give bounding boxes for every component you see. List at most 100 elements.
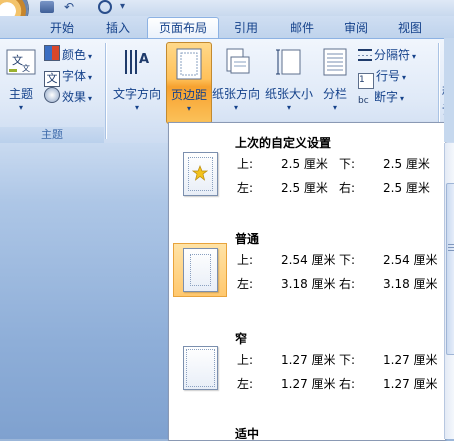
margin-preset-normal[interactable]: 普通 上: 2.54 厘米 下: 2.54 厘米 左: 3.18 厘米 右: 3… (169, 227, 441, 323)
document-area (0, 143, 170, 439)
bottom-label: 下: (339, 353, 356, 367)
hyphenation-button[interactable]: bc 断字 ▾ (358, 87, 404, 107)
bottom-value: 1.27 厘米 (383, 353, 438, 367)
line-numbers-button[interactable]: 1 行号 ▾ (358, 66, 407, 89)
chevron-down-icon: ▾ (233, 103, 238, 112)
ribbon-edge (444, 38, 454, 142)
tab-mailings[interactable]: 邮件 (278, 18, 326, 38)
colors-icon (44, 45, 60, 61)
bottom-value: 2.5 厘米 (383, 157, 430, 171)
theme-effects-button[interactable]: 效果 ▾ (44, 87, 92, 107)
margins-button[interactable]: 页边距 ▾ (166, 42, 212, 124)
top-value: 1.27 厘米 (281, 353, 336, 367)
hyphenation-icon: bc (358, 96, 369, 106)
themes-icon: 文 文 (6, 49, 36, 75)
theme-effects-label: 效果 (62, 90, 87, 104)
tab-home[interactable]: 开始 (36, 18, 88, 38)
top-label: 上: (237, 353, 254, 367)
right-label: 右: (339, 181, 356, 195)
chevron-down-icon: ▾ (18, 103, 23, 112)
right-label: 右: (339, 277, 356, 291)
columns-icon (323, 48, 347, 76)
preset-title: 适中 (235, 427, 260, 440)
right-value: 1.27 厘米 (383, 377, 438, 391)
theme-group-label: 主题 (0, 127, 104, 143)
text-direction-icon: A (125, 50, 149, 74)
margin-preset-moderate[interactable]: 适中 (169, 423, 441, 440)
tab-insert[interactable]: 插入 (92, 18, 144, 38)
group-separator (105, 43, 106, 139)
chevron-down-icon: ▾ (412, 52, 417, 61)
normal-margins-page-icon (173, 243, 227, 297)
margins-icon (176, 48, 202, 80)
top-label: 上: (237, 253, 254, 267)
breaks-label: 分隔符 (374, 48, 411, 62)
customize-dropdown-icon[interactable]: ▾ (120, 1, 134, 13)
effects-icon (44, 87, 60, 103)
paper-size-icon (276, 49, 301, 75)
orientation-icon (226, 48, 250, 74)
bottom-value: 2.54 厘米 (383, 253, 438, 267)
chevron-down-icon: ▾ (400, 94, 405, 103)
left-label: 左: (237, 181, 254, 195)
bottom-label: 下: (339, 253, 356, 267)
grip-icon (448, 244, 454, 252)
margin-preset-narrow[interactable]: 窄 上: 1.27 厘米 下: 1.27 厘米 左: 1.27 厘米 右: 1.… (169, 327, 441, 423)
columns-label: 分栏 (322, 87, 347, 101)
title-bar: ↶ ▾ (0, 0, 454, 30)
bottom-label: 下: (339, 157, 356, 171)
chevron-down-icon: ▾ (286, 103, 291, 112)
preset-title: 窄 (235, 332, 248, 346)
themes-label: 主题 (8, 87, 33, 101)
tab-view[interactable]: 视图 (386, 18, 434, 38)
chevron-down-icon: ▾ (88, 94, 93, 103)
left-label: 左: (237, 277, 254, 291)
margins-label: 页边距 (170, 88, 207, 102)
tab-review[interactable]: 审阅 (332, 18, 380, 38)
margin-preset-last-custom[interactable]: 上次的自定义设置 上: 2.5 厘米 下: 2.5 厘米 左: 2.5 厘米 右… (169, 131, 441, 227)
paper-size-label: 纸张大小 (264, 87, 313, 101)
tab-page-layout[interactable]: 页面布局 (147, 17, 219, 39)
left-value: 3.18 厘米 (281, 277, 336, 291)
preset-title: 普通 (235, 232, 260, 246)
vertical-scrollbar[interactable] (444, 143, 454, 439)
save-icon[interactable] (40, 1, 54, 13)
theme-colors-button[interactable]: 颜色 ▾ (44, 45, 92, 65)
orientation-label: 纸张方向 (211, 87, 260, 101)
preset-title: 上次的自定义设置 (235, 136, 332, 150)
chevron-down-icon: ▾ (332, 103, 337, 112)
scrollbar-thumb[interactable] (446, 183, 454, 355)
top-value: 2.5 厘米 (281, 157, 328, 171)
star-page-icon (173, 147, 227, 201)
chevron-down-icon: ▾ (186, 104, 191, 113)
fonts-icon: 文 (44, 71, 60, 87)
right-value: 2.5 厘米 (383, 181, 430, 195)
left-label: 左: (237, 377, 254, 391)
left-value: 2.5 厘米 (281, 181, 328, 195)
breaks-button[interactable]: 分隔符 ▾ (358, 45, 416, 65)
top-value: 2.54 厘米 (281, 253, 336, 267)
chevron-down-icon: ▾ (88, 73, 93, 82)
theme-fonts-button[interactable]: 文字体 ▾ (44, 66, 93, 87)
narrow-margins-page-icon (173, 341, 227, 395)
chevron-down-icon: ▾ (402, 73, 407, 82)
hyphenation-label: 断字 (374, 90, 399, 104)
tab-references[interactable]: 引用 (222, 18, 270, 38)
text-direction-label: 文字方向 (112, 87, 161, 101)
svg-text:A: A (139, 52, 149, 67)
line-numbers-label: 行号 (376, 69, 401, 83)
svg-text:文: 文 (22, 63, 30, 73)
theme-fonts-label: 字体 (62, 69, 87, 83)
chevron-down-icon: ▾ (134, 103, 139, 112)
left-value: 1.27 厘米 (281, 377, 336, 391)
top-label: 上: (237, 157, 254, 171)
ribbon-tab-bar: 开始 插入 页面布局 引用 邮件 审阅 视图 (0, 16, 454, 39)
right-label: 右: (339, 377, 356, 391)
theme-colors-label: 颜色 (62, 48, 87, 62)
undo-icon[interactable]: ↶ (64, 1, 78, 13)
margins-dropdown-menu: 上次的自定义设置 上: 2.5 厘米 下: 2.5 厘米 左: 2.5 厘米 右… (168, 122, 445, 441)
chevron-down-icon: ▾ (88, 52, 93, 61)
redo-icon[interactable] (98, 0, 112, 14)
breaks-icon (358, 49, 372, 61)
right-value: 3.18 厘米 (383, 277, 438, 291)
